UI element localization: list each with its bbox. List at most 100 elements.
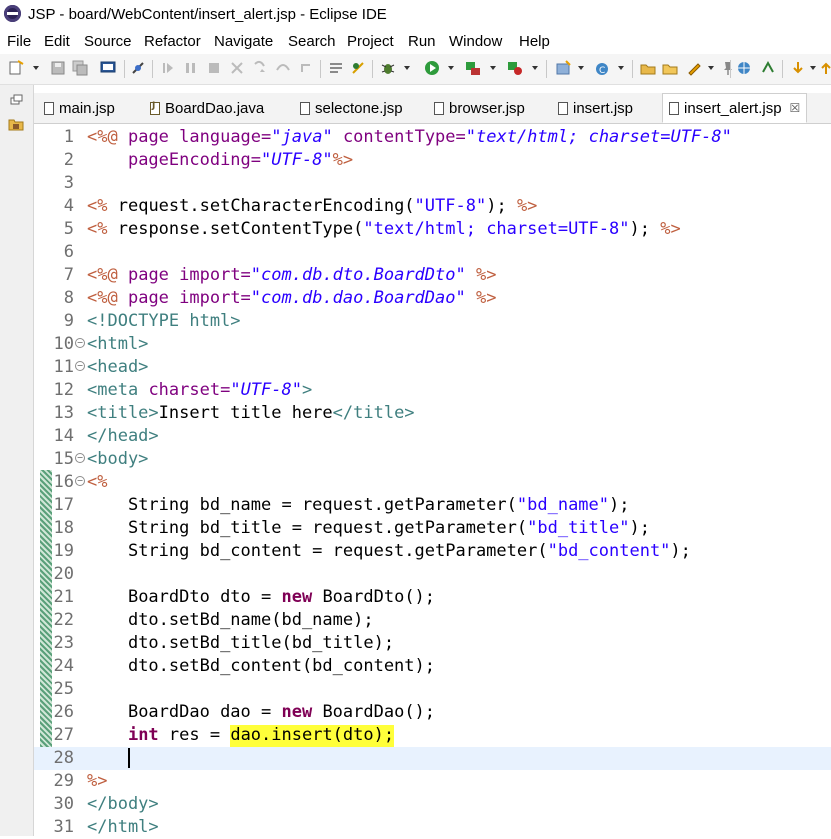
- open-type-icon[interactable]: [640, 60, 656, 76]
- fold-collapse-icon[interactable]: −: [75, 476, 85, 486]
- tab-selectone-jsp[interactable]: selectone.jsp: [300, 93, 403, 123]
- code-text[interactable]: <head>: [87, 356, 148, 379]
- code-line: 4 <% request.setCharacterEncoding("UTF-8…: [34, 195, 831, 218]
- new-java-class-icon[interactable]: C: [594, 60, 610, 76]
- tab-browser-jsp[interactable]: browser.jsp: [434, 93, 525, 123]
- pin-icon[interactable]: [720, 60, 736, 76]
- code-text[interactable]: BoardDto dto = new BoardDto();: [87, 586, 435, 609]
- coverage-dropdown-icon[interactable]: [490, 66, 496, 70]
- code-text[interactable]: int res = dao.insert(dto);: [87, 724, 395, 747]
- tab-boarddao-java[interactable]: BoardDao.java: [150, 93, 264, 123]
- disconnect-icon[interactable]: [229, 60, 245, 76]
- line-number: 14: [53, 426, 74, 446]
- annotation-dropdown-icon[interactable]: [810, 66, 816, 70]
- code-text[interactable]: <% request.setCharacterEncoding("UTF-8")…: [87, 195, 537, 218]
- menu-search[interactable]: Search: [288, 33, 336, 50]
- tab-main-jsp[interactable]: main.jsp: [44, 93, 115, 123]
- code-text[interactable]: </body>: [87, 793, 159, 816]
- run-icon[interactable]: [424, 60, 440, 76]
- save-icon[interactable]: [50, 60, 66, 76]
- code-text[interactable]: dto.setBd_title(bd_title);: [87, 632, 394, 655]
- globe-icon[interactable]: [736, 60, 752, 76]
- code-text[interactable]: <html>: [87, 333, 148, 356]
- jsp-file-icon: [558, 101, 568, 115]
- code-text[interactable]: <meta charset="UTF-8">: [87, 379, 312, 402]
- previous-annotation-icon[interactable]: [818, 60, 831, 76]
- close-tab-icon[interactable]: ☒: [790, 101, 801, 115]
- code-text[interactable]: String bd_title = request.getParameter("…: [87, 517, 650, 540]
- new-class-dropdown-icon[interactable]: [618, 66, 624, 70]
- line-number: 21: [53, 587, 74, 607]
- run-dropdown-icon[interactable]: [448, 66, 454, 70]
- tab-insert-jsp[interactable]: insert.jsp: [558, 93, 633, 123]
- new-project-dropdown-icon[interactable]: [578, 66, 584, 70]
- debug-icon[interactable]: [380, 60, 396, 76]
- fold-collapse-icon[interactable]: −: [75, 361, 85, 371]
- fold-collapse-icon[interactable]: −: [75, 453, 85, 463]
- code-text[interactable]: [87, 747, 130, 770]
- code-editor[interactable]: 1 <%@ page language="java" contentType="…: [34, 124, 831, 837]
- code-text[interactable]: <%@ page import="com.db.dto.BoardDto" %>: [87, 264, 496, 287]
- menu-source[interactable]: Source: [84, 33, 132, 50]
- new-dropdown-icon[interactable]: [33, 66, 39, 70]
- code-text[interactable]: <%@ page language="java" contentType="te…: [87, 126, 732, 149]
- line-number: 24: [53, 656, 74, 676]
- step-return-icon[interactable]: [298, 60, 314, 76]
- code-text[interactable]: dto.setBd_name(bd_name);: [87, 609, 374, 632]
- last-edit-location-icon[interactable]: [760, 60, 776, 76]
- code-text[interactable]: BoardDao dao = new BoardDao();: [87, 701, 435, 724]
- restore-icon[interactable]: [8, 93, 24, 107]
- code-text[interactable]: <body>: [87, 448, 148, 471]
- suspend-icon[interactable]: [183, 60, 199, 76]
- code-text[interactable]: %>: [87, 770, 107, 793]
- code-text[interactable]: </head>: [87, 425, 159, 448]
- new-icon[interactable]: [8, 60, 24, 76]
- toggle-comment-icon[interactable]: [328, 60, 344, 76]
- edit-dropdown-icon[interactable]: [708, 66, 714, 70]
- menu-run[interactable]: Run: [408, 33, 436, 50]
- menu-navigate[interactable]: Navigate: [214, 33, 273, 50]
- code-text[interactable]: <% response.setContentType("text/html; c…: [87, 218, 681, 241]
- debug-dropdown-icon[interactable]: [404, 66, 410, 70]
- line-number: 16: [53, 472, 74, 492]
- code-text[interactable]: <%@ page import="com.db.dao.BoardDao" %>: [87, 287, 496, 310]
- code-text[interactable]: pageEncoding="UTF-8"%>: [87, 149, 353, 172]
- open-folder-icon[interactable]: [662, 60, 678, 76]
- menu-file[interactable]: File: [7, 33, 31, 50]
- menu-help[interactable]: Help: [519, 33, 550, 50]
- svg-text:C: C: [599, 66, 605, 76]
- skip-breakpoints-icon[interactable]: [130, 60, 146, 76]
- menu-project[interactable]: Project: [347, 33, 394, 50]
- code-text[interactable]: dto.setBd_content(bd_content);: [87, 655, 435, 678]
- code-line: 16 − <%: [34, 471, 831, 494]
- code-text[interactable]: <title>Insert title here</title>: [87, 402, 415, 425]
- line-number: 12: [53, 380, 74, 400]
- line-number: 5: [63, 219, 74, 239]
- code-text[interactable]: String bd_name = request.getParameter("b…: [87, 494, 630, 517]
- next-annotation-icon[interactable]: [790, 60, 806, 76]
- run-external-tools-icon[interactable]: [507, 60, 523, 76]
- package-explorer-icon[interactable]: [8, 117, 24, 131]
- terminate-icon[interactable]: [206, 60, 222, 76]
- step-into-icon[interactable]: [252, 60, 268, 76]
- terminal-icon[interactable]: [100, 60, 116, 76]
- code-text[interactable]: <!DOCTYPE html>: [87, 310, 241, 333]
- line-number: 29: [53, 771, 74, 791]
- code-text[interactable]: <%: [87, 471, 107, 494]
- run-coverage-icon[interactable]: [465, 60, 481, 76]
- resume-icon[interactable]: [160, 60, 176, 76]
- new-java-project-icon[interactable]: [555, 60, 571, 76]
- external-tools-dropdown-icon[interactable]: [532, 66, 538, 70]
- line-number: 19: [53, 541, 74, 561]
- menu-refactor[interactable]: Refactor: [144, 33, 201, 50]
- tab-insert-alert-jsp[interactable]: insert_alert.jsp ☒: [662, 93, 808, 123]
- menu-edit[interactable]: Edit: [44, 33, 70, 50]
- debug-jsp-icon[interactable]: [350, 60, 366, 76]
- toolbar-separator: [546, 60, 547, 78]
- edit-pencil-icon[interactable]: [686, 60, 702, 76]
- fold-collapse-icon[interactable]: −: [75, 338, 85, 348]
- step-over-icon[interactable]: [275, 60, 291, 76]
- code-text[interactable]: String bd_content = request.getParameter…: [87, 540, 691, 563]
- menu-window[interactable]: Window: [449, 33, 502, 50]
- save-all-icon[interactable]: [72, 60, 88, 76]
